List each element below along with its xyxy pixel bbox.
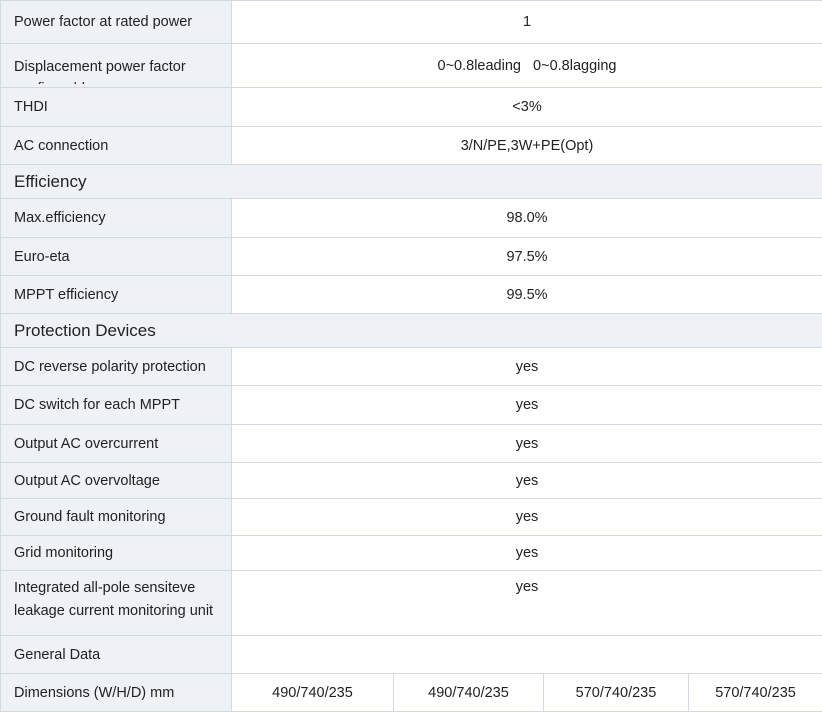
row-label: Integrated all-pole sensiteve leakage cu…: [0, 570, 232, 636]
table-row: THDI <3%: [0, 87, 822, 127]
table-row: Power factor at rated power 1: [0, 0, 822, 44]
row-value-text: yes: [515, 579, 539, 595]
row-value: <3%: [230, 87, 822, 127]
dimension-value: 570/740/235: [687, 673, 822, 712]
table-row: Max.efficiency 98.0%: [0, 198, 822, 238]
row-value: yes: [230, 570, 822, 636]
row-label: Output AC overcurrent: [0, 424, 232, 463]
row-label: Dimensions (W/H/D) mm: [0, 673, 232, 712]
table-row: AC connection 3/N/PE,3W+PE(Opt): [0, 126, 822, 165]
row-label: DC reverse polarity protection: [0, 347, 232, 386]
row-label: Ground fault monitoring: [0, 498, 232, 536]
table-row: Dimensions (W/H/D) mm 490/740/235 490/74…: [0, 673, 822, 712]
section-title-efficiency: Efficiency: [0, 164, 822, 199]
row-value: 0~0.8leading 0~0.8lagging: [230, 43, 822, 88]
section-header: Efficiency: [0, 164, 822, 199]
dimension-value: 490/740/235: [393, 673, 544, 712]
row-label: Grid monitoring: [0, 535, 232, 571]
row-value: yes: [230, 424, 822, 463]
table-row: Output AC overvoltage yes: [0, 462, 822, 499]
row-value: yes: [230, 385, 822, 425]
table-row: Displacement power factor configurable 0…: [0, 43, 822, 88]
dimension-value: 490/740/235: [231, 673, 394, 712]
spec-table: Power factor at rated power 1 Displaceme…: [0, 0, 822, 712]
table-row: Grid monitoring yes: [0, 535, 822, 571]
row-value: 1: [230, 0, 822, 44]
row-label: Power factor at rated power: [0, 0, 232, 44]
row-value: [230, 635, 822, 674]
row-value: yes: [230, 462, 822, 499]
row-value: yes: [230, 347, 822, 386]
row-value: 3/N/PE,3W+PE(Opt): [230, 126, 822, 165]
table-row: Euro-eta 97.5%: [0, 237, 822, 276]
row-label: Displacement power factor configurable: [0, 43, 232, 88]
row-label: General Data: [0, 635, 232, 674]
row-label: MPPT efficiency: [0, 275, 232, 314]
row-label: THDI: [0, 87, 232, 127]
table-row: MPPT efficiency 99.5%: [0, 275, 822, 314]
row-value: 97.5%: [230, 237, 822, 276]
row-label: Euro-eta: [0, 237, 232, 276]
row-value: yes: [230, 498, 822, 536]
table-row: Integrated all-pole sensiteve leakage cu…: [0, 570, 822, 636]
table-row: DC switch for each MPPT yes: [0, 385, 822, 425]
row-label-text: Displacement power factor configurable: [14, 58, 186, 84]
section-header: Protection Devices: [0, 313, 822, 348]
row-label: Output AC overvoltage: [0, 462, 232, 499]
table-row: Output AC overcurrent yes: [0, 424, 822, 463]
table-row: DC reverse polarity protection yes: [0, 347, 822, 386]
row-label: AC connection: [0, 126, 232, 165]
row-value: yes: [230, 535, 822, 571]
dimension-value: 570/740/235: [543, 673, 689, 712]
row-label: DC switch for each MPPT: [0, 385, 232, 425]
table-row: General Data: [0, 635, 822, 674]
section-title-protection: Protection Devices: [0, 313, 822, 348]
row-label: Max.efficiency: [0, 198, 232, 238]
table-row: Ground fault monitoring yes: [0, 498, 822, 536]
row-value: 99.5%: [230, 275, 822, 314]
row-label-text: Integrated all-pole sensiteve leakage cu…: [14, 580, 214, 619]
row-value: 98.0%: [230, 198, 822, 238]
